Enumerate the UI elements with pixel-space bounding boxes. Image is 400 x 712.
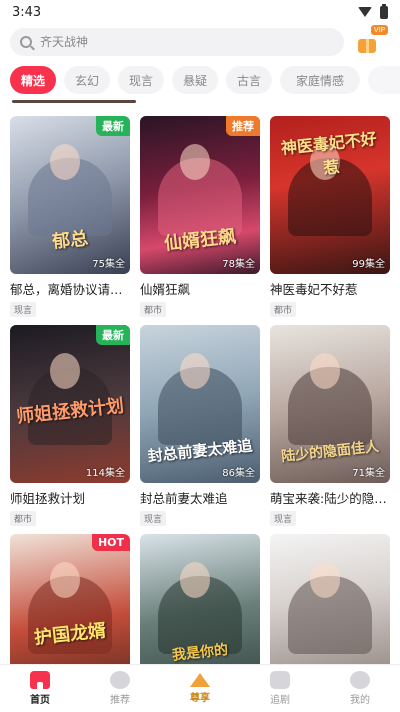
nav-label: 追剧 [270, 695, 290, 706]
drama-poster: 封总前妻太难追 86集全 [140, 325, 260, 483]
nav-label: 尊享 [190, 693, 210, 704]
nav-label: 我的 [350, 695, 370, 706]
search-input[interactable] [40, 35, 290, 49]
drama-title: 师姐拯救计划 [10, 491, 86, 506]
status-bar: 3:43 [0, 0, 400, 24]
tab-family-drama[interactable]: 家庭情感 [280, 66, 360, 94]
drama-poster: 仙婿狂飙 推荐 78集全 [140, 116, 260, 274]
profile-icon [350, 671, 370, 689]
genre-tag: 都市 [140, 302, 167, 317]
episode-count: 114集全 [85, 468, 125, 479]
crown-icon [190, 673, 210, 687]
tab-modern-romance[interactable]: 现言 [118, 66, 164, 94]
bottom-nav: 首页 推荐 尊享 追剧 我的 [0, 664, 400, 712]
tab-suspense[interactable]: 悬疑 [172, 66, 218, 94]
tab-featured[interactable]: 精选 [10, 66, 56, 94]
status-badge: HOT [91, 534, 130, 551]
drama-poster: 神医毒妃不好惹 99集全 [270, 116, 390, 274]
poster-title-art: 神医毒妃不好惹 [280, 129, 378, 178]
nav-home[interactable]: 首页 [10, 671, 70, 706]
nav-recommend[interactable]: 推荐 [90, 671, 150, 706]
drama-card[interactable]: 仙婿狂飙 推荐 78集全 仙婿狂飙 都市 [140, 116, 260, 317]
drama-title: 郁总，离婚协议请签收 [10, 282, 130, 297]
poster-figure [310, 353, 340, 389]
episode-count: 75集全 [92, 259, 125, 270]
poster-figure [310, 562, 340, 598]
nav-label: 首页 [30, 695, 50, 706]
drama-grid: 郁总 最新 75集全 郁总，离婚协议请签收 现言 仙婿狂飙 推荐 78集全 仙婿… [10, 116, 390, 692]
tab-more[interactable] [368, 66, 400, 94]
poster-figure [180, 353, 210, 389]
status-badge: 推荐 [226, 116, 260, 136]
episode-count: 86集全 [222, 468, 255, 479]
drama-poster: 师姐拯救计划 最新 114集全 [10, 325, 130, 483]
episode-count: 99集全 [352, 259, 385, 270]
search-icon [20, 36, 32, 48]
battery-icon [380, 3, 388, 19]
category-tabs: 精选 玄幻 现言 悬疑 古言 家庭情感 [10, 66, 400, 96]
tab-fantasy[interactable]: 玄幻 [64, 66, 110, 94]
wifi-icon [358, 7, 372, 17]
genre-tag: 现言 [140, 511, 167, 526]
drama-card[interactable]: 郁总 最新 75集全 郁总，离婚协议请签收 现言 [10, 116, 130, 317]
gift-icon [358, 39, 376, 53]
nav-premium[interactable]: 尊享 [170, 673, 230, 704]
genre-tag: 都市 [270, 302, 297, 317]
search-row: VIP [10, 25, 390, 56]
scroll-indicator [12, 100, 136, 103]
drama-card[interactable]: 陆少的隐面佳人 71集全 萌宝来袭:陆少的隐面… 现言 [270, 325, 390, 526]
tab-ancient-romance[interactable]: 古言 [226, 66, 272, 94]
episode-count: 71集全 [352, 468, 385, 479]
drama-card[interactable]: 神医毒妃不好惹 99集全 神医毒妃不好惹 都市 [270, 116, 390, 317]
recommend-icon [110, 671, 130, 689]
vip-badge: VIP [370, 25, 388, 35]
genre-tag: 现言 [10, 302, 37, 317]
status-icons [358, 3, 388, 19]
status-badge: 最新 [96, 325, 130, 345]
drama-card[interactable]: 师姐拯救计划 最新 114集全 师姐拯救计划 都市 [10, 325, 130, 526]
poster-figure [180, 144, 210, 180]
drama-title: 神医毒妃不好惹 [270, 282, 358, 297]
episode-count: 78集全 [222, 259, 255, 270]
status-time: 3:43 [12, 4, 42, 20]
poster-figure [50, 562, 80, 598]
drama-title: 萌宝来袭:陆少的隐面… [270, 491, 390, 506]
poster-figure [50, 353, 80, 389]
vip-gift-button[interactable]: VIP [356, 25, 388, 53]
nav-label: 推荐 [110, 695, 130, 706]
nav-following[interactable]: 追剧 [250, 671, 310, 706]
search-box[interactable] [10, 28, 344, 56]
home-icon [30, 671, 50, 689]
nav-profile[interactable]: 我的 [330, 671, 390, 706]
drama-title: 仙婿狂飙 [140, 282, 191, 297]
drama-card[interactable]: 封总前妻太难追 86集全 封总前妻太难追 现言 [140, 325, 260, 526]
drama-poster: 陆少的隐面佳人 71集全 [270, 325, 390, 483]
tv-icon [270, 671, 290, 689]
poster-figure [180, 562, 210, 598]
status-badge: 最新 [96, 116, 130, 136]
genre-tag: 都市 [10, 511, 37, 526]
poster-figure [50, 144, 80, 180]
genre-tag: 现言 [270, 511, 297, 526]
drama-title: 封总前妻太难追 [140, 491, 228, 506]
drama-poster: 郁总 最新 75集全 [10, 116, 130, 274]
